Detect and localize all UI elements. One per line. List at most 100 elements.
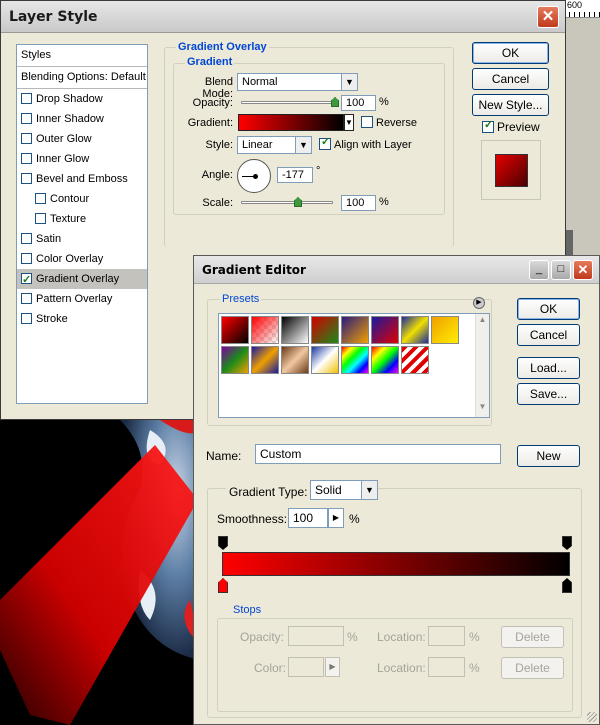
styles-item-pattern-overlay[interactable]: Pattern Overlay <box>17 289 147 309</box>
style-checkbox[interactable] <box>21 153 32 164</box>
preset-swatch[interactable] <box>281 346 309 374</box>
save-button[interactable]: Save... <box>517 383 580 405</box>
gradient-dropdown-icon[interactable]: ▼ <box>344 114 354 131</box>
preset-swatch[interactable] <box>251 346 279 374</box>
style-checkbox[interactable] <box>21 270 32 290</box>
style-checkbox[interactable] <box>21 133 32 144</box>
ok-button[interactable]: OK <box>472 42 549 64</box>
styles-item-bevel-and-emboss[interactable]: Bevel and Emboss <box>17 169 147 189</box>
color-arrow-icon[interactable]: ▶ <box>325 657 340 677</box>
preset-swatch[interactable] <box>221 316 249 344</box>
preset-swatch[interactable] <box>341 346 369 374</box>
preset-swatch[interactable] <box>371 316 399 344</box>
preset-swatch[interactable] <box>251 316 279 344</box>
style-checkbox[interactable] <box>21 293 32 304</box>
load-button[interactable]: Load... <box>517 357 580 379</box>
blend-mode-value: Normal <box>242 76 278 88</box>
styles-item-texture[interactable]: Texture <box>17 209 147 229</box>
gradient-bar[interactable] <box>222 552 570 576</box>
style-checkbox[interactable] <box>35 213 46 224</box>
align-with-layer-checkbox[interactable]: Align with Layer <box>319 135 412 151</box>
cancel-button[interactable]: Cancel <box>472 68 549 90</box>
minimize-icon[interactable]: _ <box>529 260 549 280</box>
align-checkbox-box[interactable] <box>319 135 331 150</box>
close-icon[interactable]: ✕ <box>573 260 593 280</box>
stop-location-field[interactable] <box>428 626 465 646</box>
styles-item-color-overlay[interactable]: Color Overlay <box>17 249 147 269</box>
presets-menu-icon[interactable]: ▶ <box>473 297 485 309</box>
smoothness-field[interactable]: 100 <box>288 508 328 528</box>
preset-swatch[interactable] <box>431 316 459 344</box>
styles-header[interactable]: Styles <box>17 45 147 67</box>
scroll-down-icon[interactable]: ▼ <box>476 402 489 416</box>
styles-item-inner-glow[interactable]: Inner Glow <box>17 149 147 169</box>
angle-field[interactable]: -177 <box>277 167 313 183</box>
style-checkbox[interactable] <box>35 193 46 204</box>
gradient-editor-title: Gradient Editor <box>202 263 306 277</box>
style-checkbox[interactable] <box>21 113 32 124</box>
styles-item-gradient-overlay[interactable]: Gradient Overlay <box>17 269 147 290</box>
styles-item-drop-shadow[interactable]: Drop Shadow <box>17 89 147 109</box>
cancel-button[interactable]: Cancel <box>517 324 580 346</box>
resize-grip-icon[interactable] <box>587 712 597 722</box>
close-icon[interactable]: ✕ <box>537 6 559 28</box>
stop-location-field-2[interactable] <box>428 657 465 677</box>
style-checkbox[interactable] <box>21 173 32 184</box>
preset-swatch[interactable] <box>341 316 369 344</box>
preview-checkbox-box[interactable] <box>482 118 494 133</box>
style-checkbox[interactable] <box>21 313 32 324</box>
delete-color-stop-button[interactable]: Delete <box>501 657 564 679</box>
gradient-preview-bar[interactable] <box>238 114 344 131</box>
align-label: Align with Layer <box>334 139 412 151</box>
smoothness-unit: % <box>349 512 360 526</box>
ok-button[interactable]: OK <box>517 298 580 320</box>
smoothness-arrow-icon[interactable]: ▶ <box>328 508 344 528</box>
new-style-button[interactable]: New Style... <box>472 94 549 116</box>
styles-item-contour[interactable]: Contour <box>17 189 147 209</box>
style-checkbox[interactable] <box>21 233 32 244</box>
angle-center <box>253 174 258 179</box>
styles-item-inner-shadow[interactable]: Inner Shadow <box>17 109 147 129</box>
opacity-slider-track[interactable] <box>241 101 337 104</box>
presets-scrollbar[interactable]: ▲ ▼ <box>475 314 489 417</box>
styles-item-stroke[interactable]: Stroke <box>17 309 147 329</box>
preset-swatch[interactable] <box>281 316 309 344</box>
chevron-down-icon[interactable]: ▼ <box>295 137 311 153</box>
stop-color-swatch[interactable] <box>288 657 324 677</box>
layer-style-titlebar[interactable]: Layer Style ✕ <box>1 1 565 33</box>
styles-item-satin[interactable]: Satin <box>17 229 147 249</box>
style-checkbox[interactable] <box>21 93 32 104</box>
preset-swatch[interactable] <box>311 346 339 374</box>
delete-opacity-stop-button[interactable]: Delete <box>501 626 564 648</box>
name-field[interactable]: Custom <box>255 444 501 464</box>
style-checkbox[interactable] <box>21 253 32 264</box>
styles-item-outer-glow[interactable]: Outer Glow <box>17 129 147 149</box>
scroll-up-icon[interactable]: ▲ <box>476 315 489 329</box>
opacity-field[interactable]: 100 <box>341 95 376 111</box>
preset-swatch[interactable] <box>221 346 249 374</box>
angle-dial[interactable] <box>237 159 271 193</box>
reverse-checkbox-box[interactable] <box>361 116 373 128</box>
preset-swatch[interactable] <box>401 346 429 374</box>
scale-slider-track[interactable] <box>241 201 333 204</box>
gradient-editor-titlebar[interactable]: Gradient Editor _ □ ✕ <box>194 256 599 284</box>
blending-options-item[interactable]: Blending Options: Default <box>17 67 147 89</box>
stop-location-unit: % <box>469 630 480 644</box>
scale-field[interactable]: 100 <box>341 195 376 211</box>
chevron-down-icon[interactable]: ▼ <box>361 481 377 499</box>
maximize-icon[interactable]: □ <box>551 260 571 280</box>
preset-swatch[interactable] <box>371 346 399 374</box>
preset-swatch[interactable] <box>401 316 429 344</box>
stop-opacity-field[interactable] <box>288 626 344 646</box>
style-select[interactable]: Linear ▼ <box>237 136 312 154</box>
canvas-artwork <box>0 420 200 725</box>
style-label: Style: <box>205 139 233 151</box>
blend-mode-select[interactable]: Normal ▼ <box>237 73 358 91</box>
gradient-type-select[interactable]: Solid ▼ <box>310 480 378 500</box>
ruler-ticks <box>564 12 600 17</box>
chevron-down-icon[interactable]: ▼ <box>341 74 357 90</box>
preset-swatch[interactable] <box>311 316 339 344</box>
reverse-checkbox[interactable]: Reverse <box>361 116 417 129</box>
preview-checkbox[interactable]: Preview <box>482 118 540 134</box>
new-button[interactable]: New <box>517 445 580 467</box>
